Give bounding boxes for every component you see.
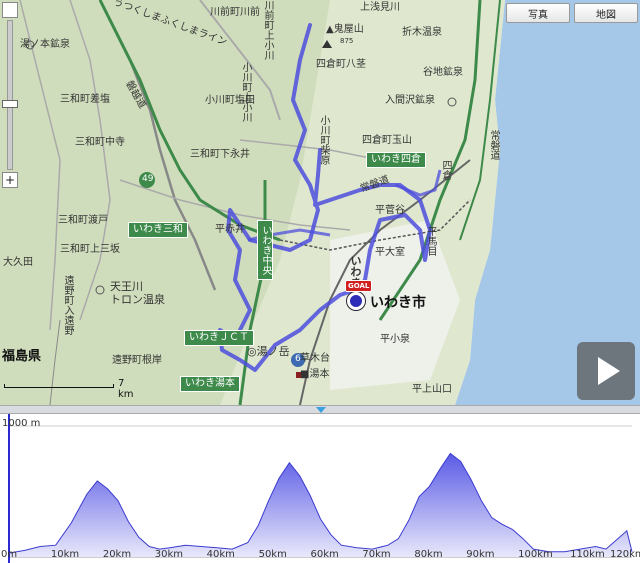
zoom-in-top-button[interactable]	[2, 2, 18, 18]
zoom-slider-thumb[interactable]	[2, 100, 18, 108]
x-tick-label: 30km	[154, 549, 184, 560]
zoom-control: +	[2, 2, 18, 188]
place-label: 平大室	[375, 247, 405, 258]
photo-button[interactable]: 写真	[506, 3, 570, 23]
map-view[interactable]: うつくしまふくしまライン 川前町川前 上浅見川 ▲鬼屋山 875 折木温泉 湯ノ…	[0, 0, 640, 405]
map-button[interactable]: 地図	[574, 3, 638, 23]
place-label: 草木台	[300, 353, 330, 364]
place-label: 谷地鉱泉	[423, 67, 463, 78]
city-label: いわき市	[370, 295, 426, 311]
zoom-in-button[interactable]: +	[2, 172, 18, 188]
goal-flag: GOAL	[345, 280, 373, 292]
place-label: 湯ノ本鉱泉	[20, 39, 70, 50]
road-label: 常磐道	[488, 130, 499, 160]
elevation-max-label: 1000 m	[2, 418, 41, 429]
x-tick-label: 100km	[518, 549, 553, 560]
panel-splitter[interactable]	[0, 405, 640, 414]
place-label: 平赤井	[215, 224, 245, 235]
x-tick-label: 50km	[258, 549, 287, 560]
place-label: 三和町渡戸	[58, 215, 108, 226]
place-label: 折木温泉	[402, 27, 442, 38]
prefecture-label: 福島県	[2, 349, 42, 364]
x-tick-label: 110km	[570, 549, 605, 560]
place-label: 小川町柴原	[318, 115, 329, 165]
place-label: 小川町上小川	[240, 62, 251, 122]
peak-label: ◎湯ノ岳	[247, 345, 290, 358]
place-label: 四倉町玉山	[362, 135, 412, 146]
place-label: 四倉	[440, 160, 451, 180]
interchange-badge: いわき三和	[128, 222, 188, 238]
goal-marker[interactable]: GOAL	[344, 280, 374, 310]
place-label: 天王川 トロン温泉	[110, 280, 165, 307]
goal-ring-icon	[347, 292, 365, 310]
x-tick-label: 40km	[206, 549, 235, 560]
peak-altitude: 875	[340, 37, 354, 45]
place-label: 川前町上小川	[262, 0, 273, 60]
interchange-badge: いわき四倉	[366, 152, 426, 168]
place-label: 平小泉	[380, 334, 410, 345]
place-label: 三和町下永井	[190, 149, 250, 160]
x-tick-label: 90km	[466, 549, 495, 560]
x-tick-label: 80km	[414, 549, 443, 560]
place-label: 上浅見川	[360, 2, 400, 13]
place-label: 三和町上三坂	[60, 244, 120, 255]
place-label: 遠野町入遠野	[62, 275, 73, 335]
route-number: 6	[295, 354, 301, 364]
place-label: 平馬目	[425, 226, 436, 256]
zoom-track[interactable]	[7, 20, 13, 170]
place-label: ■湯本	[300, 369, 330, 380]
scale-bar-line	[4, 384, 114, 388]
elevation-profile[interactable]: 1000 m 0m 10km 20km 30km 40km 50km 60km 70km 80k…	[0, 414, 640, 563]
x-tick-label: 60km	[310, 549, 339, 560]
elevation-area	[9, 453, 632, 557]
scale-bar-label: 7 km	[118, 378, 134, 400]
interchange-badge: いわき中央	[257, 220, 273, 280]
x-tick-label: 0m	[1, 549, 18, 560]
x-tick-label: 10km	[50, 549, 80, 560]
place-label: 川前町川前	[210, 7, 260, 18]
place-label: 大久田	[3, 257, 33, 268]
play-icon	[598, 357, 620, 385]
place-label: 平上山口	[412, 384, 452, 395]
place-label: 平菅谷	[375, 205, 405, 216]
x-tick-label: 20km	[102, 549, 132, 560]
place-label: 四倉町八茎	[316, 59, 366, 70]
interchange-badge: いわき湯本	[180, 376, 240, 392]
place-label: 入間沢鉱泉	[385, 95, 435, 106]
route-number: 49	[142, 174, 154, 184]
play-button[interactable]	[577, 342, 635, 400]
x-tick-label: 70km	[362, 549, 391, 560]
elevation-chart	[8, 414, 633, 563]
place-label: 三和町差塩	[60, 94, 110, 105]
interchange-badge: いわきＪＣＴ	[184, 330, 254, 346]
place-label: 三和町中寺	[75, 137, 125, 148]
x-tick-label: 120km	[610, 549, 640, 560]
route-viewer: うつくしまふくしまライン 川前町川前 上浅見川 ▲鬼屋山 875 折木温泉 湯ノ…	[0, 0, 640, 563]
splitter-grip-icon[interactable]	[316, 407, 326, 413]
place-label: 遠野町根岸	[112, 355, 162, 366]
peak-label: ▲鬼屋山	[326, 24, 364, 35]
